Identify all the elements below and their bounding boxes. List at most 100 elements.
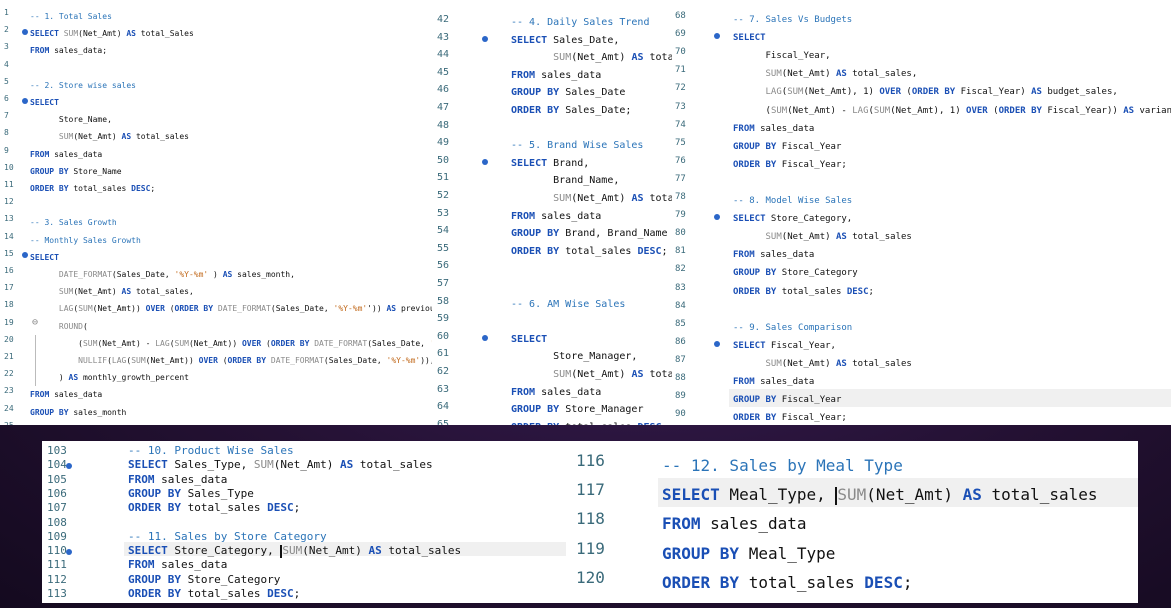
sql-keyword: SELECT [511, 34, 548, 46]
code-line[interactable]: GROUP BY Fiscal_Year [733, 391, 1171, 409]
code-line[interactable]: GROUP BY Sales_Date [511, 84, 672, 102]
code-line[interactable]: SELECT [30, 249, 432, 266]
sql-keyword: DESC [131, 184, 151, 193]
code-line[interactable]: NULLIF(LAG(SUM(Net_Amt)) OVER (ORDER BY … [30, 352, 432, 369]
code-line[interactable]: SUM(Net_Amt) AS total_sales [511, 366, 672, 384]
breakpoint-dot-icon[interactable] [482, 36, 488, 43]
breakpoint-dot-icon[interactable] [714, 214, 720, 221]
code-line[interactable]: GROUP BY Store_Manager [511, 401, 672, 419]
code-line[interactable]: FROM sales_data [30, 146, 432, 163]
code-line[interactable]: Brand_Name, [511, 172, 672, 190]
code-line[interactable]: FROM sales_data [511, 384, 672, 402]
code-line[interactable]: FROM sales_data [511, 208, 672, 226]
code-line[interactable]: GROUP BY Meal_Type [662, 539, 1138, 568]
breakpoint-dot-icon[interactable] [482, 335, 488, 342]
code-line[interactable]: FROM sales_data [733, 120, 1171, 138]
code-line[interactable]: GROUP BY Sales_Type [128, 487, 566, 501]
sql-function: SUM [82, 338, 98, 348]
code-line[interactable]: GROUP BY sales_month [30, 404, 432, 421]
code-line[interactable]: SUM(Net_Amt) AS total_sales, [733, 65, 1171, 83]
code-line[interactable]: SELECT Brand, [511, 155, 672, 173]
code-line[interactable]: SELECT SUM(Net_Amt) AS total_Sales [30, 25, 432, 42]
code-line[interactable]: -- 2. Store wise sales [30, 77, 432, 94]
code-line[interactable]: GROUP BY Brand, Brand_Name [511, 225, 672, 243]
code-line[interactable]: -- 3. Sales Growth [30, 214, 432, 231]
breakpoint-dot-icon[interactable] [66, 463, 72, 470]
code-line[interactable]: ORDER BY total_sales DESC; [662, 568, 1138, 597]
code-line[interactable]: SELECT Store_Category, [733, 210, 1171, 228]
code-line[interactable]: ORDER BY total_sales DESC; [733, 283, 1171, 301]
code-line[interactable]: ORDER BY total_sales DESC; [128, 501, 566, 515]
code-line[interactable]: FROM sales_data [662, 509, 1138, 538]
code-line[interactable]: SELECT [733, 29, 1171, 47]
code-line[interactable]: SUM(Net_Amt) AS total_sales [733, 228, 1171, 246]
code-line[interactable]: SELECT Sales_Type, SUM(Net_Amt) AS total… [128, 458, 566, 472]
code-line[interactable]: SELECT [511, 331, 672, 349]
code-line[interactable]: ORDER BY total_sales DESC; [511, 419, 672, 425]
code-line[interactable]: -- 10. Product Wise Sales [128, 444, 566, 458]
breakpoint-dot-icon[interactable] [66, 549, 72, 556]
sql-keyword: AS [835, 232, 847, 243]
code-line[interactable]: (SUM(Net_Amt) - LAG(SUM(Net_Amt), 1) OVE… [733, 102, 1171, 120]
sql-keyword: FROM [733, 123, 755, 134]
breakpoint-dot-icon[interactable] [22, 28, 28, 35]
code-line[interactable]: FROM sales_data; [30, 42, 432, 59]
code-line[interactable]: ORDER BY total_sales DESC; [30, 180, 432, 197]
code-line[interactable]: GROUP BY Fiscal_Year [733, 138, 1171, 156]
sql-function: SUM [253, 458, 274, 472]
code-line[interactable]: SUM(Net_Amt) AS total_sales, [30, 283, 432, 300]
code-line[interactable]: ORDER BY total_sales DESC; [511, 243, 672, 261]
code-line[interactable]: -- 8. Model Wise Sales [733, 192, 1171, 210]
code-line[interactable]: FROM sales_data [511, 67, 672, 85]
code-line[interactable]: -- 5. Brand Wise Sales [511, 137, 672, 155]
code-line[interactable]: SUM(Net_Amt) AS total_sales [733, 355, 1171, 373]
breakpoint-dot-icon[interactable] [22, 252, 28, 259]
code-line[interactable]: Store_Name, [30, 111, 432, 128]
breakpoint-dot-icon[interactable] [714, 340, 720, 347]
sql-function: SUM [765, 358, 782, 369]
code-line[interactable]: ) AS monthly_growth_percent [30, 369, 432, 386]
code-line[interactable]: ROUND( [30, 318, 432, 335]
code-line[interactable]: (SUM(Net_Amt) - LAG(SUM(Net_Amt)) OVER (… [30, 335, 432, 352]
line-number: 58 [437, 295, 450, 307]
code-line[interactable]: -- 9. Sales Comparison [733, 319, 1171, 337]
breakpoint-dot-icon[interactable] [482, 159, 488, 166]
code-line[interactable]: GROUP BY Store_Category [128, 573, 566, 587]
code-line[interactable]: SUM(Net_Amt) AS total_sales [511, 190, 672, 208]
breakpoint-dot-icon[interactable] [22, 97, 28, 104]
code-line[interactable]: ORDER BY Sales_Date; [511, 102, 672, 120]
code-line[interactable]: FROM sales_data [30, 386, 432, 403]
code-line[interactable]: -- 6. AM Wise Sales [511, 296, 672, 314]
code-line[interactable]: -- 1. Total Sales [30, 8, 432, 25]
sql-text: sales_data [754, 123, 815, 134]
code-line[interactable]: ORDER BY sales_month; [30, 421, 432, 426]
code-line[interactable]: SELECT Sales_Date, [511, 32, 672, 50]
code-line[interactable]: FROM sales_data [733, 246, 1171, 264]
code-line[interactable]: Store_Manager, [511, 348, 672, 366]
code-line[interactable]: SELECT Fiscal_Year, [733, 337, 1171, 355]
code-line[interactable]: ORDER BY Fiscal_Year; [733, 409, 1171, 425]
code-line[interactable]: SELECT Store_Category, SUM(Net_Amt) AS t… [128, 544, 566, 558]
breakpoint-dot-icon[interactable] [714, 33, 720, 40]
code-line[interactable]: GROUP BY Store_Category [733, 264, 1171, 282]
code-line[interactable]: FROM sales_data [128, 473, 566, 487]
code-line[interactable]: -- 12. Sales by Meal Type [662, 451, 1138, 480]
code-line[interactable]: SUM(Net_Amt) AS total_sales [511, 49, 672, 67]
code-line[interactable]: SELECT [30, 94, 432, 111]
code-line[interactable]: FROM sales_data [128, 558, 566, 572]
code-line[interactable]: SELECT Meal_Type, SUM(Net_Amt) AS total_… [662, 480, 1138, 509]
code-line[interactable]: -- Monthly Sales Growth [30, 232, 432, 249]
code-line[interactable]: LAG(SUM(Net_Amt), 1) OVER (ORDER BY Fisc… [733, 83, 1171, 101]
sql-comment: -- 1. Total Sales [30, 12, 112, 21]
code-line[interactable]: GROUP BY Store_Name [30, 163, 432, 180]
sql-text: ; [150, 184, 156, 193]
code-line[interactable]: -- 7. Sales Vs Budgets [733, 11, 1171, 29]
code-line[interactable]: Fiscal_Year, [733, 47, 1171, 65]
code-line[interactable]: -- 4. Daily Sales Trend [511, 14, 672, 32]
code-line[interactable]: DATE_FORMAT(Sales_Date, '%Y-%m' ) AS sal… [30, 266, 432, 283]
code-line[interactable]: SUM(Net_Amt) AS total_sales [30, 128, 432, 145]
code-line[interactable]: LAG(SUM(Net_Amt)) OVER (ORDER BY DATE_FO… [30, 300, 432, 317]
code-line[interactable]: ORDER BY Fiscal_Year; [733, 156, 1171, 174]
code-line[interactable]: ORDER BY total_sales DESC; [128, 587, 566, 601]
